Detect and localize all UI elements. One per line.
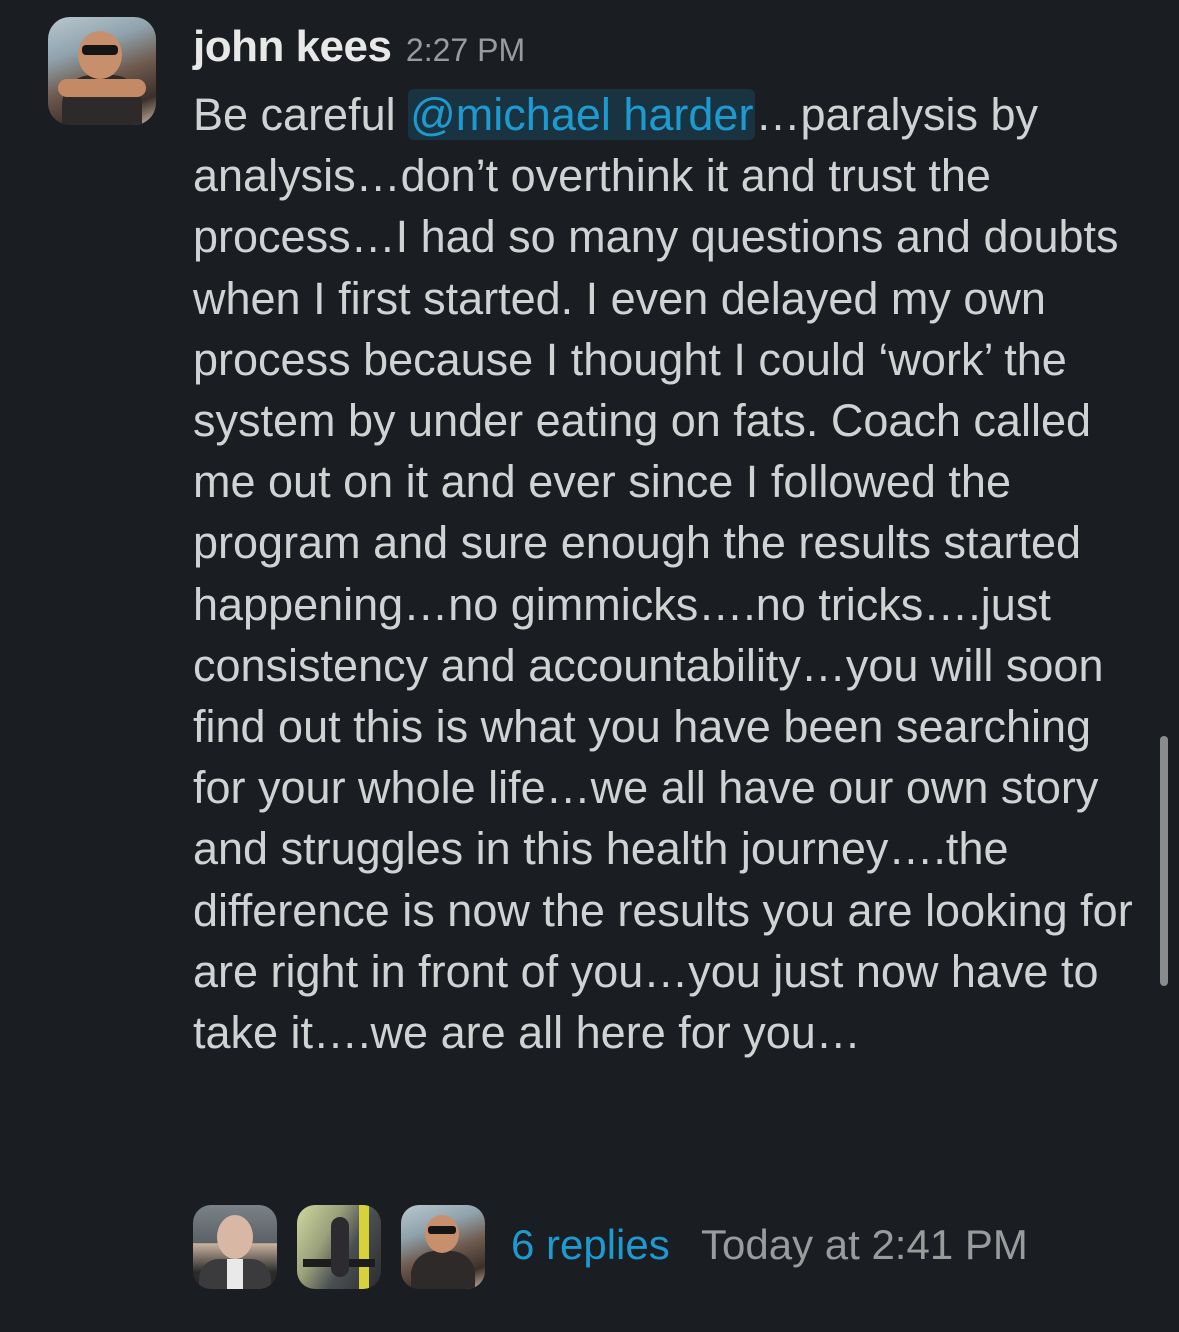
reply-avatar-1 bbox=[193, 1205, 277, 1289]
avatar-figure bbox=[331, 1217, 349, 1277]
avatar-figure bbox=[411, 1251, 475, 1289]
message-text-rest: …paralysis by analysis…don’t overthink i… bbox=[193, 89, 1133, 1059]
avatar-face bbox=[425, 1215, 459, 1253]
reply-avatar-2 bbox=[297, 1205, 381, 1289]
avatar-face bbox=[78, 31, 122, 79]
message-body: Be careful @michael harder…paralysis by … bbox=[193, 84, 1143, 1063]
reply-avatar-3 bbox=[401, 1205, 485, 1289]
user-mention[interactable]: @michael harder bbox=[408, 89, 756, 140]
reply-count-link[interactable]: 6 replies bbox=[511, 1221, 670, 1269]
author-avatar[interactable] bbox=[48, 17, 156, 125]
avatar-head bbox=[217, 1215, 253, 1259]
avatar-sunglasses bbox=[428, 1226, 456, 1234]
scrollbar-thumb[interactable] bbox=[1160, 736, 1168, 986]
message: john kees 2:27 PM Be careful @michael ha… bbox=[0, 0, 1179, 1332]
avatar-shirt bbox=[227, 1259, 243, 1289]
last-reply-time: Today at 2:41 PM bbox=[701, 1221, 1028, 1268]
avatar-arms bbox=[58, 79, 146, 97]
avatar-stripe bbox=[359, 1205, 369, 1289]
avatar-sunglasses bbox=[82, 45, 118, 55]
message-header: john kees 2:27 PM bbox=[193, 22, 525, 78]
author-name[interactable]: john kees bbox=[193, 22, 392, 71]
message-timestamp[interactable]: 2:27 PM bbox=[406, 32, 525, 68]
message-text-start: Be careful bbox=[193, 89, 409, 140]
